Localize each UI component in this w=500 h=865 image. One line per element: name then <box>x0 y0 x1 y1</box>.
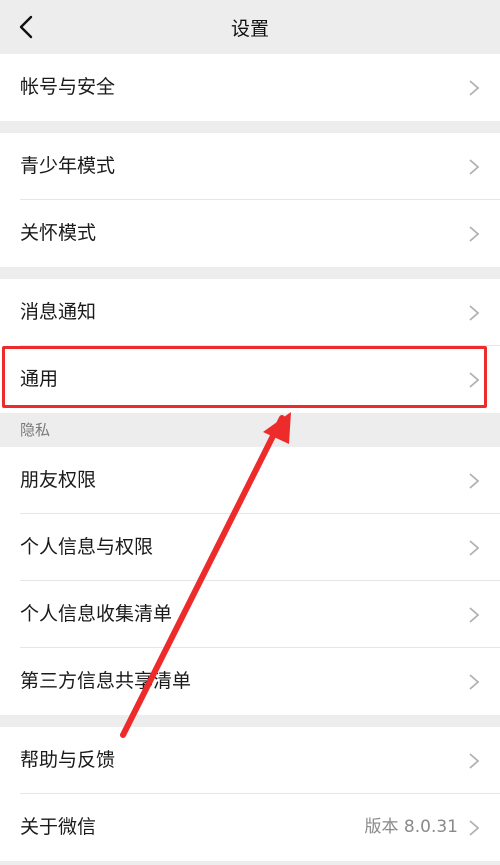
setting-item-personal-info-collection[interactable]: 个人信息收集清单 <box>0 581 500 648</box>
setting-item-label: 帮助与反馈 <box>20 749 116 771</box>
setting-item-third-party-sharing[interactable]: 第三方信息共享清单 <box>0 648 500 715</box>
chevron-right-icon <box>469 674 480 690</box>
settings-group-help: 帮助与反馈 关于微信 版本 8.0.31 <box>0 727 500 861</box>
group-separator <box>0 715 500 727</box>
chevron-right-icon <box>469 473 480 489</box>
setting-item-label: 朋友权限 <box>20 469 97 491</box>
settings-group-account: 帐号与安全 <box>0 54 500 121</box>
setting-item-label: 第三方信息共享清单 <box>20 670 192 692</box>
chevron-right-icon <box>469 80 480 96</box>
setting-item-label: 青少年模式 <box>20 155 116 177</box>
section-label-privacy: 隐私 <box>0 413 500 447</box>
setting-item-general[interactable]: 通用 <box>0 346 500 413</box>
settings-group-privacy: 朋友权限 个人信息与权限 个人信息收集清单 第三方信息共享清单 <box>0 447 500 715</box>
setting-item-label: 通用 <box>20 368 59 390</box>
chevron-right-icon <box>469 753 480 769</box>
chevron-right-icon <box>469 540 480 556</box>
group-separator <box>0 267 500 279</box>
setting-item-label: 个人信息收集清单 <box>20 603 173 625</box>
setting-item-friend-permissions[interactable]: 朋友权限 <box>0 447 500 514</box>
chevron-right-icon <box>469 607 480 623</box>
chevron-right-icon <box>469 820 480 836</box>
chevron-right-icon <box>469 372 480 388</box>
setting-item-label: 关于微信 <box>20 816 97 838</box>
setting-item-care-mode[interactable]: 关怀模式 <box>0 200 500 267</box>
setting-item-label: 关怀模式 <box>20 222 97 244</box>
setting-item-personal-info-permissions[interactable]: 个人信息与权限 <box>0 514 500 581</box>
setting-item-label: 个人信息与权限 <box>20 536 154 558</box>
group-separator <box>0 121 500 133</box>
navigation-bar: 设置 <box>0 0 500 54</box>
page-title: 设置 <box>230 18 269 40</box>
setting-item-label: 帐号与安全 <box>20 76 116 98</box>
version-value: 版本 8.0.31 <box>364 817 458 837</box>
setting-item-notifications[interactable]: 消息通知 <box>0 279 500 346</box>
setting-item-account-security[interactable]: 帐号与安全 <box>0 54 500 121</box>
chevron-right-icon <box>469 305 480 321</box>
chevron-right-icon <box>469 159 480 175</box>
chevron-right-icon <box>469 226 480 242</box>
settings-group-notifications: 消息通知 通用 <box>0 279 500 413</box>
setting-item-help-feedback[interactable]: 帮助与反馈 <box>0 727 500 794</box>
setting-item-label: 消息通知 <box>20 301 97 323</box>
setting-item-about-wechat[interactable]: 关于微信 版本 8.0.31 <box>0 794 500 861</box>
settings-group-modes: 青少年模式 关怀模式 <box>0 133 500 267</box>
setting-item-teen-mode[interactable]: 青少年模式 <box>0 133 500 200</box>
